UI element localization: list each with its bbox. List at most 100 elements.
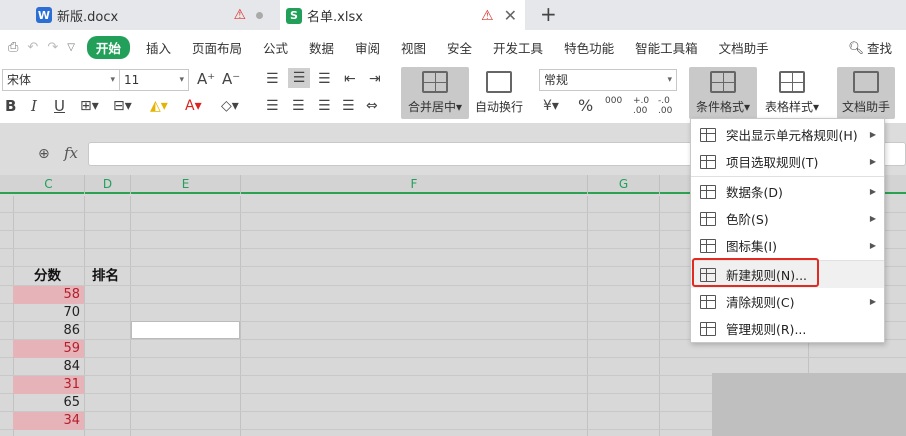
column-header-e[interactable]: E — [131, 175, 241, 194]
spreadsheet-doc-icon: S — [286, 7, 302, 24]
doc-helper-icon — [853, 71, 879, 93]
score-cell[interactable]: 70 — [13, 304, 84, 322]
menu-item-manage-rules[interactable]: 管理规则(R)... — [691, 315, 884, 342]
table-style-button[interactable]: 表格样式▾ — [760, 67, 824, 119]
close-icon[interactable]: ✕ — [504, 6, 517, 25]
justify-icon[interactable]: ☰ — [342, 98, 355, 114]
font-color-icon[interactable]: A▾ — [185, 98, 202, 114]
underline-button[interactable]: U — [54, 98, 65, 114]
column-header-d[interactable]: D — [85, 175, 131, 194]
fill-color-icon[interactable]: ◭▾ — [150, 98, 168, 114]
submenu-arrow-icon: ▶ — [869, 157, 876, 166]
bold-button[interactable]: B — [5, 98, 16, 114]
font-size-value: 11 — [124, 73, 140, 87]
table-style-icon — [779, 71, 805, 93]
score-cell[interactable]: 34 — [13, 412, 84, 430]
score-cell[interactable]: 59 — [13, 340, 84, 358]
gridline — [84, 196, 85, 436]
undo-icon[interactable]: ↶ — [27, 40, 38, 55]
font-size-select[interactable]: 11 ▾ — [119, 69, 189, 91]
currency-icon[interactable]: ¥▾ — [543, 98, 559, 114]
menu-item-top-bottom-rules[interactable]: 项目选取规则(T) ▶ — [691, 148, 884, 175]
menu-home[interactable]: 开始 — [86, 35, 130, 59]
increase-decimal-button[interactable]: +.0 .00 — [633, 96, 651, 116]
column-header-g[interactable]: G — [588, 175, 660, 194]
menu-data[interactable]: 数据 — [309, 38, 334, 57]
menu-item-clear-rules[interactable]: 清除规则(C) ▶ — [691, 288, 884, 315]
align-top-icon[interactable]: ☰ — [266, 71, 279, 87]
menu-item-icon-sets[interactable]: 图标集(I) ▶ — [691, 232, 884, 259]
menu-security[interactable]: 安全 — [447, 38, 472, 57]
merge-center-button[interactable]: 合并居中▾ — [401, 67, 469, 119]
menu-item-label: 数据条(D) — [726, 185, 783, 200]
gridline — [240, 196, 241, 436]
menu-developer[interactable]: 开发工具 — [493, 38, 543, 57]
manage-rules-icon — [700, 321, 716, 336]
italic-button[interactable]: I — [31, 98, 37, 114]
new-rule-icon — [700, 267, 716, 282]
tab-docx[interactable]: W 新版.docx ⚠ — [30, 0, 275, 30]
redo-icon[interactable]: ↷ — [47, 40, 58, 55]
doc-helper-button[interactable]: 文档助手 — [837, 67, 895, 119]
distributed-icon[interactable]: ⇔ — [366, 98, 378, 114]
score-cell[interactable]: 84 — [13, 358, 84, 376]
submenu-arrow-icon: ▶ — [869, 214, 876, 223]
score-header-cell[interactable]: 分数 — [34, 267, 61, 285]
menu-insert[interactable]: 插入 — [146, 38, 171, 57]
align-bottom-icon[interactable]: ☰ — [318, 71, 331, 87]
thousands-button[interactable]: 000 — [605, 96, 625, 106]
menu-features[interactable]: 特色功能 — [564, 38, 614, 57]
cell-style-icon[interactable]: ⊟▾ — [113, 98, 132, 114]
shrink-font-button[interactable]: A⁻ — [222, 71, 240, 87]
menu-view[interactable]: 视图 — [401, 38, 426, 57]
tab-xlsx[interactable]: S 名单.xlsx ⚠ ✕ — [280, 0, 525, 31]
customize-dropdown-icon[interactable]: ▽ — [67, 42, 75, 53]
increase-indent-icon[interactable]: ⇥ — [369, 71, 381, 87]
menu-doc-helper[interactable]: 文档助手 — [719, 38, 769, 57]
new-tab-plus-icon[interactable]: + — [540, 2, 557, 26]
align-left-icon[interactable]: ☰ — [266, 98, 279, 114]
score-cell[interactable]: 65 — [13, 394, 84, 412]
menu-page-layout[interactable]: 页面布局 — [192, 38, 242, 57]
active-cell[interactable] — [131, 321, 240, 339]
align-middle-icon[interactable]: ☰ — [288, 68, 310, 88]
menu-item-label: 新建规则(N)... — [726, 268, 808, 283]
fx-icon[interactable]: fx — [64, 144, 78, 162]
decrease-indent-icon[interactable]: ⇤ — [344, 71, 356, 87]
menu-formulas[interactable]: 公式 — [263, 38, 288, 57]
align-right-icon[interactable]: ☰ — [318, 98, 331, 114]
print-preview-icon[interactable]: ⎙ — [8, 40, 18, 55]
rank-header-cell[interactable]: 排名 — [92, 267, 119, 285]
decrease-decimal-button[interactable]: -.0 .00 — [658, 96, 676, 116]
menu-smart-toolbox[interactable]: 智能工具箱 — [635, 38, 698, 57]
search-button[interactable]: 🔍︎ 查找 — [848, 38, 892, 57]
column-header-c[interactable]: C — [13, 175, 85, 194]
score-cell[interactable]: 31 — [13, 376, 84, 394]
border-icon[interactable]: ⊞▾ — [80, 98, 99, 114]
menu-item-data-bars[interactable]: 数据条(D) ▶ — [691, 178, 884, 205]
menu-separator — [691, 176, 884, 177]
menu-item-color-scales[interactable]: 色阶(S) ▶ — [691, 205, 884, 232]
number-format-select[interactable]: 常规 ▾ — [539, 69, 677, 91]
grow-font-button[interactable]: A⁺ — [197, 71, 215, 87]
font-name-value: 宋体 — [7, 73, 32, 87]
menu-review[interactable]: 审阅 — [355, 38, 380, 57]
score-cell[interactable]: 58 — [13, 286, 84, 304]
wrap-text-button[interactable]: 自动换行 — [473, 67, 525, 119]
zoom-icon[interactable]: ⊕ — [38, 146, 50, 162]
number-format-value: 常规 — [544, 73, 569, 87]
submenu-arrow-icon: ▶ — [869, 241, 876, 250]
menu-item-new-rule[interactable]: 新建规则(N)... — [691, 261, 884, 288]
submenu-arrow-icon: ▶ — [869, 297, 876, 306]
column-header-f[interactable]: F — [241, 175, 588, 194]
warning-icon: ⚠ — [233, 7, 246, 23]
menu-item-highlight-rules[interactable]: 突出显示单元格规则(H) ▶ — [691, 121, 884, 148]
font-name-select[interactable]: 宋体 ▾ — [2, 69, 120, 91]
align-center-icon[interactable]: ☰ — [292, 98, 305, 114]
percent-button[interactable]: % — [578, 98, 593, 114]
merge-cells-icon — [422, 71, 448, 93]
tab-xlsx-title: 名单.xlsx — [307, 10, 363, 25]
clear-format-icon[interactable]: ◇▾ — [221, 98, 239, 114]
score-cell[interactable]: 86 — [13, 322, 84, 340]
conditional-format-button[interactable]: 条件格式▾ — [689, 67, 757, 119]
